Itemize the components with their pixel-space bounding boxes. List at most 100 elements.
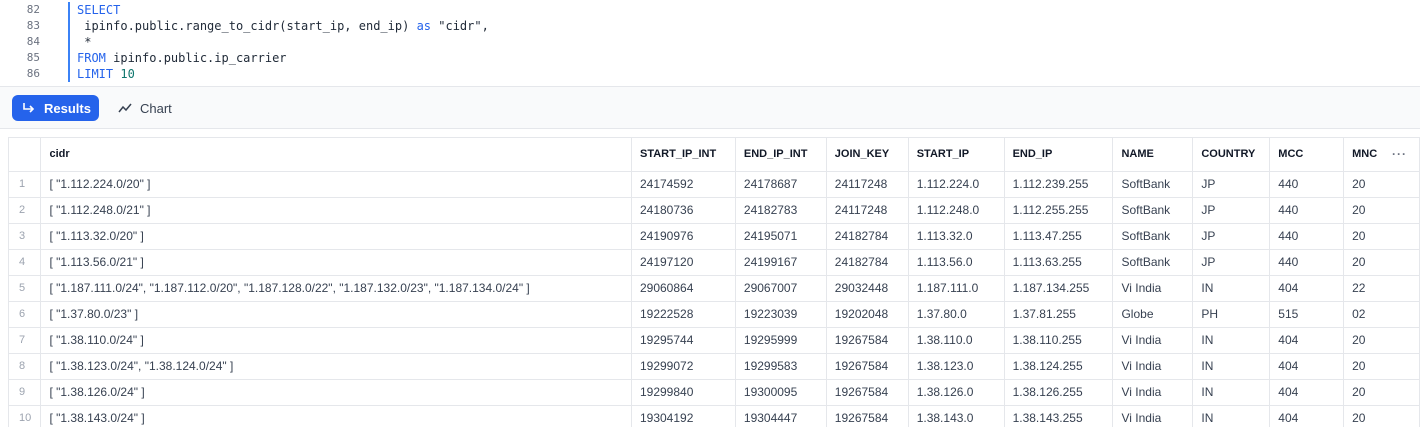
cell-end-ip[interactable]: 1.112.239.255 (1004, 171, 1114, 198)
cell-mcc[interactable]: 404 (1269, 379, 1345, 406)
cell-end-ip[interactable]: 1.38.126.255 (1004, 379, 1114, 406)
cell-start-ip-int[interactable]: 24174592 (631, 171, 736, 198)
table-row[interactable]: 8[ "1.38.123.0/24", "1.38.124.0/24" ] 192… (9, 353, 1420, 380)
cell-start-ip-int[interactable]: 19299840 (631, 379, 736, 406)
cell-join-key[interactable]: 24182784 (826, 249, 909, 276)
cell-join-key[interactable]: 24117248 (826, 171, 909, 198)
cell-start-ip-int[interactable]: 19299072 (631, 353, 736, 380)
cell-name[interactable]: SoftBank (1112, 223, 1194, 250)
cell-mcc[interactable]: 404 (1269, 327, 1345, 354)
cell-start-ip-int[interactable]: 19222528 (631, 301, 736, 328)
cell-end-ip-int[interactable]: 24182783 (735, 197, 827, 224)
table-row[interactable]: 3[ "1.113.32.0/20" ] 24190976 24195071 2418… (9, 223, 1420, 250)
cell-end-ip-int[interactable]: 19295999 (735, 327, 827, 354)
cell-join-key[interactable]: 24182784 (826, 223, 909, 250)
cell-mnc[interactable]: 20 (1343, 405, 1420, 427)
cell-end-ip[interactable]: 1.38.143.255 (1004, 405, 1114, 427)
cell-country[interactable]: PH (1192, 301, 1271, 328)
table-row[interactable]: 9[ "1.38.126.0/24" ] 19299840 19300095 1926… (9, 379, 1420, 406)
cell-start-ip[interactable]: 1.113.56.0 (908, 249, 1005, 276)
cell-cidr[interactable]: [ "1.38.126.0/24" ] (40, 379, 632, 406)
cell-start-ip[interactable]: 1.38.126.0 (908, 379, 1005, 406)
column-header-mnc[interactable]: MNC ··· (1343, 138, 1420, 172)
cell-start-ip[interactable]: 1.38.110.0 (908, 327, 1005, 354)
cell-mnc[interactable]: 20 (1343, 223, 1420, 250)
cell-join-key[interactable]: 29032448 (826, 275, 909, 302)
chart-tab-button[interactable]: Chart (114, 95, 184, 121)
cell-mcc[interactable]: 404 (1269, 275, 1345, 302)
cell-start-ip-int[interactable]: 24197120 (631, 249, 736, 276)
cell-mcc[interactable]: 515 (1269, 301, 1345, 328)
cell-country[interactable]: IN (1192, 405, 1271, 427)
cell-cidr[interactable]: [ "1.113.32.0/20" ] (40, 223, 632, 250)
cell-country[interactable]: IN (1192, 379, 1271, 406)
table-row[interactable]: 5[ "1.187.111.0/24", "1.187.112.0/20", "… (9, 275, 1420, 302)
cell-mcc[interactable]: 440 (1269, 249, 1345, 276)
column-header-name[interactable]: NAME (1112, 138, 1194, 172)
code-line[interactable]: 86 LIMIT 10 (0, 66, 1420, 82)
cell-mcc[interactable]: 440 (1269, 223, 1345, 250)
cell-cidr[interactable]: [ "1.37.80.0/23" ] (40, 301, 632, 328)
cell-start-ip-int[interactable]: 19295744 (631, 327, 736, 354)
column-header-end-ip[interactable]: END_IP (1004, 138, 1114, 172)
code-line[interactable]: 84 * (0, 34, 1420, 50)
cell-country[interactable]: JP (1192, 223, 1271, 250)
cell-name[interactable]: Globe (1112, 301, 1194, 328)
cell-cidr[interactable]: [ "1.113.56.0/21" ] (40, 249, 632, 276)
cell-country[interactable]: IN (1192, 327, 1271, 354)
cell-start-ip[interactable]: 1.112.248.0 (908, 197, 1005, 224)
cell-mnc[interactable]: 02 (1343, 301, 1420, 328)
cell-mcc[interactable]: 404 (1269, 405, 1345, 427)
cell-join-key[interactable]: 19267584 (826, 353, 909, 380)
cell-join-key[interactable]: 24117248 (826, 197, 909, 224)
cell-join-key[interactable]: 19267584 (826, 405, 909, 427)
cell-end-ip[interactable]: 1.113.47.255 (1004, 223, 1114, 250)
table-row[interactable]: 7[ "1.38.110.0/24" ] 19295744 19295999 1926… (9, 327, 1420, 354)
cell-end-ip-int[interactable]: 24178687 (735, 171, 827, 198)
column-header-start-ip-int[interactable]: START_IP_INT (631, 138, 736, 172)
cell-name[interactable]: Vi India (1112, 379, 1194, 406)
table-row[interactable]: 4[ "1.113.56.0/21" ] 24197120 24199167 2418… (9, 249, 1420, 276)
cell-name[interactable]: Vi India (1112, 405, 1194, 427)
cell-country[interactable]: IN (1192, 275, 1271, 302)
cell-country[interactable]: JP (1192, 197, 1271, 224)
cell-end-ip-int[interactable]: 19304447 (735, 405, 827, 427)
cell-join-key[interactable]: 19267584 (826, 327, 909, 354)
cell-cidr[interactable]: [ "1.187.111.0/24", "1.187.112.0/20", "1… (40, 275, 632, 302)
cell-country[interactable]: JP (1192, 171, 1271, 198)
column-header-start-ip[interactable]: START_IP (908, 138, 1005, 172)
cell-end-ip[interactable]: 1.37.81.255 (1004, 301, 1114, 328)
cell-end-ip[interactable]: 1.38.110.255 (1004, 327, 1114, 354)
cell-mnc[interactable]: 20 (1343, 249, 1420, 276)
cell-name[interactable]: SoftBank (1112, 197, 1194, 224)
cell-start-ip[interactable]: 1.112.224.0 (908, 171, 1005, 198)
cell-end-ip[interactable]: 1.113.63.255 (1004, 249, 1114, 276)
cell-mnc[interactable]: 20 (1343, 353, 1420, 380)
more-options-icon[interactable]: ··· (1392, 147, 1407, 161)
cell-cidr[interactable]: [ "1.38.110.0/24" ] (40, 327, 632, 354)
results-tab-button[interactable]: Results (12, 95, 99, 121)
cell-mcc[interactable]: 440 (1269, 197, 1345, 224)
cell-start-ip[interactable]: 1.187.111.0 (908, 275, 1005, 302)
cell-end-ip-int[interactable]: 19223039 (735, 301, 827, 328)
cell-name[interactable]: Vi India (1112, 327, 1194, 354)
cell-cidr[interactable]: [ "1.38.123.0/24", "1.38.124.0/24" ] (40, 353, 632, 380)
cell-join-key[interactable]: 19267584 (826, 379, 909, 406)
cell-mnc[interactable]: 22 (1343, 275, 1420, 302)
cell-end-ip[interactable]: 1.187.134.255 (1004, 275, 1114, 302)
cell-start-ip-int[interactable]: 19304192 (631, 405, 736, 427)
cell-end-ip[interactable]: 1.38.124.255 (1004, 353, 1114, 380)
column-header-country[interactable]: COUNTRY (1192, 138, 1271, 172)
cell-cidr[interactable]: [ "1.38.143.0/24" ] (40, 405, 632, 427)
cell-end-ip-int[interactable]: 19299583 (735, 353, 827, 380)
cell-end-ip-int[interactable]: 24195071 (735, 223, 827, 250)
cell-mnc[interactable]: 20 (1343, 327, 1420, 354)
cell-cidr[interactable]: [ "1.112.248.0/21" ] (40, 197, 632, 224)
column-header-join-key[interactable]: JOIN_KEY (826, 138, 909, 172)
table-row[interactable]: 10[ "1.38.143.0/24" ] 19304192 19304447 192… (9, 405, 1420, 427)
cell-mnc[interactable]: 20 (1343, 171, 1420, 198)
table-row[interactable]: 2[ "1.112.248.0/21" ] 24180736 24182783 241… (9, 197, 1420, 224)
cell-country[interactable]: IN (1192, 353, 1271, 380)
code-line[interactable]: 82 SELECT (0, 2, 1420, 18)
cell-mnc[interactable]: 20 (1343, 379, 1420, 406)
